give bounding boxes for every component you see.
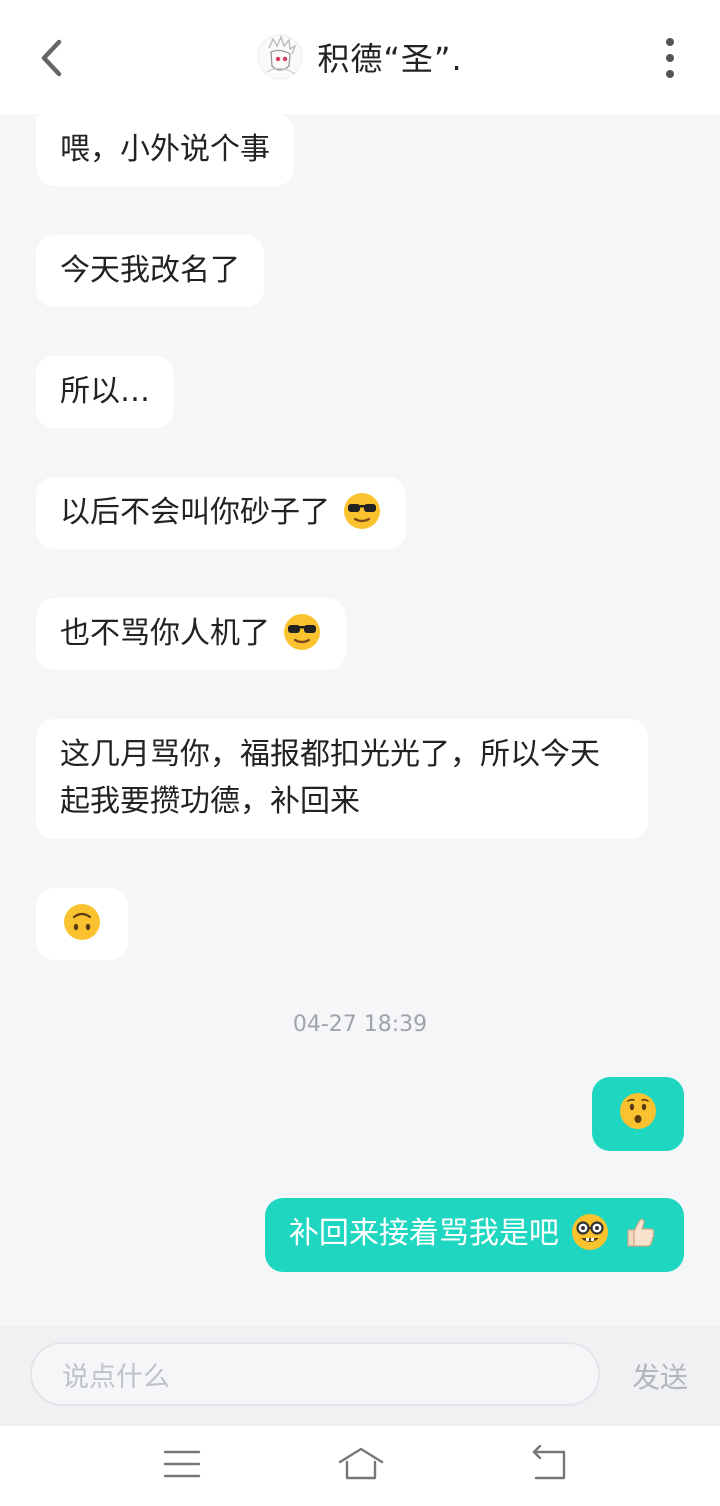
message-bubble-incoming[interactable]: 也不骂你人机了 <box>36 598 346 670</box>
message-input[interactable]: 说点什么 <box>30 1342 600 1406</box>
message-text: 也不骂你人机了 <box>60 616 270 651</box>
message-bubble-incoming[interactable]: 这几月骂你，福报都扣光光了，所以今天起我要攒功德，补回来 <box>36 719 648 839</box>
sunglasses-emoji-icon <box>343 492 380 529</box>
message-bubble-incoming[interactable] <box>36 888 128 960</box>
message-text: 所以… <box>60 374 150 409</box>
title-group: 积德“圣”. <box>257 34 462 80</box>
thumbs-up-emoji-icon <box>627 1218 655 1247</box>
more-options-button[interactable] <box>658 38 682 78</box>
message-bubble-incoming[interactable]: 所以… <box>36 356 174 428</box>
back-icon[interactable] <box>528 1444 572 1484</box>
message-text: 以后不会叫你砂子了 <box>60 495 330 530</box>
message-list[interactable]: 喂，小外说个事 今天我改名了 所以… 以后不会叫你砂子了 也不骂你人机了 这几月… <box>0 114 720 1326</box>
avatar[interactable] <box>257 34 304 80</box>
message-bubble-incoming[interactable]: 喂，小外说个事 <box>36 114 294 186</box>
chat-header: 积德“圣”. <box>0 0 720 114</box>
menu-icon[interactable] <box>160 1444 204 1484</box>
home-icon[interactable] <box>337 1444 385 1484</box>
system-nav-bar <box>0 1426 720 1506</box>
more-vertical-icon <box>666 38 674 46</box>
message-text: 今天我改名了 <box>60 253 240 288</box>
message-timestamp: 04-27 18:39 <box>292 1012 428 1037</box>
hushed-face-emoji-icon <box>620 1092 656 1129</box>
message-text: 这几月骂你，福报都扣光光了，所以今天起我要攒功德，补回来 <box>60 737 600 819</box>
message-text: 补回来接着骂我是吧 <box>288 1216 559 1251</box>
sunglasses-emoji-icon <box>283 613 320 650</box>
nerd-face-emoji-icon <box>572 1213 609 1250</box>
upside-down-face-emoji-icon <box>64 903 100 940</box>
message-bubble-outgoing[interactable] <box>592 1077 684 1151</box>
message-bubble-outgoing[interactable]: 补回来接着骂我是吧 <box>264 1198 684 1272</box>
message-bubble-incoming[interactable]: 以后不会叫你砂子了 <box>36 477 406 549</box>
message-bubble-incoming[interactable]: 今天我改名了 <box>36 235 264 307</box>
chevron-left-icon <box>41 39 62 77</box>
message-input-placeholder: 说点什么 <box>62 1361 170 1393</box>
send-button[interactable]: 发送 <box>632 1356 688 1396</box>
composer: 说点什么 发送 <box>0 1326 720 1426</box>
chat-title: 积德“圣”. <box>317 40 463 78</box>
back-button[interactable] <box>30 32 74 84</box>
message-text: 喂，小外说个事 <box>60 132 270 167</box>
